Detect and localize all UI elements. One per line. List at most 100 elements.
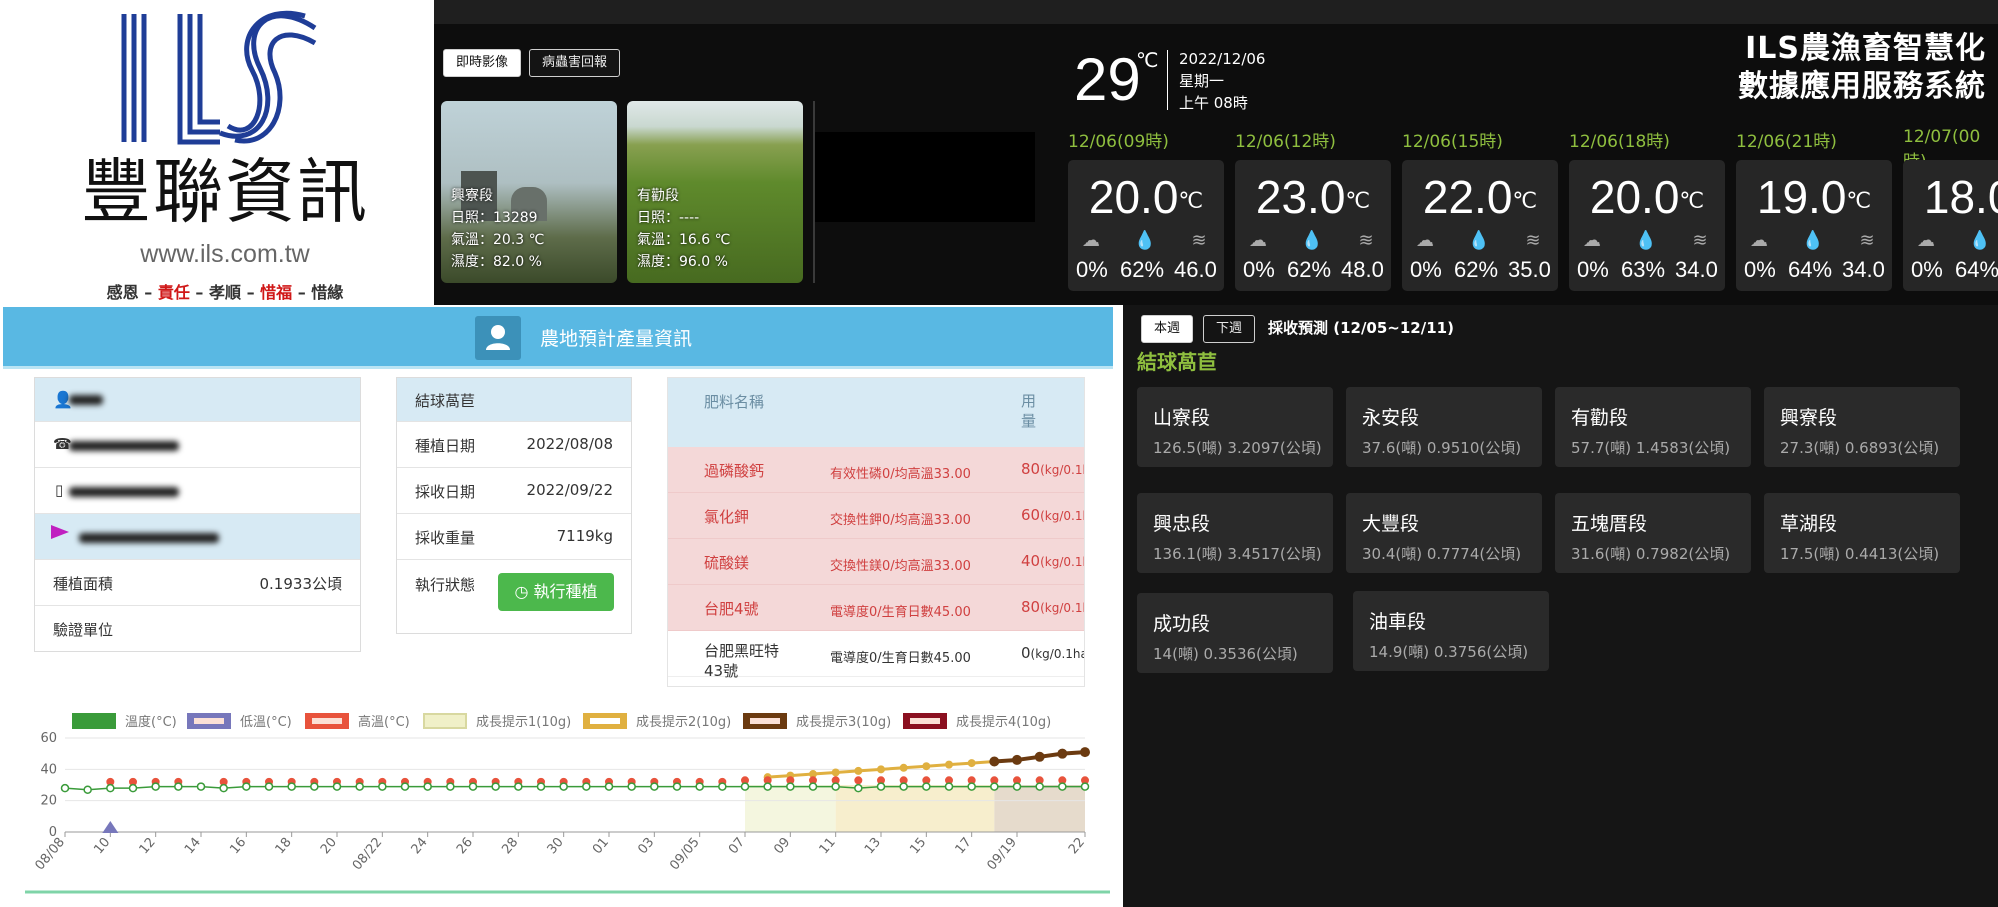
legend-item[interactable]: 高溫(°C) — [305, 713, 410, 730]
fertilizer-name: 硫酸鎂 — [704, 554, 750, 572]
harvest-values: 126.5(噸) 3.2097(公頃) — [1153, 439, 1322, 457]
growth-zone-3 — [994, 785, 1085, 832]
legend-swatch — [72, 713, 116, 729]
temperature-point — [695, 782, 704, 791]
temperature-point — [1080, 782, 1090, 791]
tab-next-week[interactable]: 下週 — [1203, 315, 1256, 343]
fertilizer-desc: 有效性磷0/均高溫33.00 — [830, 467, 971, 482]
wind-icon: ≋ — [1191, 230, 1207, 251]
x-tick-label: 10 — [91, 835, 113, 857]
x-tick-label: 17 — [953, 835, 975, 857]
fertilizer-desc: 交換性鎂0/均高溫33.00 — [830, 559, 971, 574]
forecast-card: 23.0℃ ☁ 💧 ≋ 0% 62% 48.0 — [1235, 160, 1391, 291]
harvest-card[interactable]: 油車段 14.9(噸) 0.3756(公頃) — [1353, 591, 1549, 671]
harvest-card[interactable]: 山寮段 126.5(噸) 3.2097(公頃) — [1137, 387, 1333, 467]
legend-item[interactable]: 成長提示4(10g) — [903, 713, 1051, 730]
x-tick-label: 11 — [817, 835, 839, 857]
harvest-card[interactable]: 五塊厝段 31.6(噸) 0.7982(公頃) — [1555, 493, 1751, 573]
x-tick-label: 03 — [635, 835, 657, 857]
x-tick-label: 13 — [862, 835, 884, 857]
harvest-values: 37.6(噸) 0.9510(公頃) — [1362, 439, 1522, 457]
growth-chart: 溫度(°C) 低溫(°C) 高溫(°C) 成長提示1(10g) 成長提示2(10g) 成長… — [25, 713, 1110, 894]
tab-this-week[interactable]: 本週 — [1141, 315, 1194, 343]
rain-prob: 0% — [1076, 257, 1108, 282]
temperature-point — [672, 782, 682, 791]
harvest-card[interactable]: 興寮段 27.3(噸) 0.6893(公頃) — [1764, 387, 1960, 467]
fertilizer-amount: 60(kg/0.1ha) — [1021, 506, 1084, 524]
harvest-section-name: 興寮段 — [1780, 407, 1838, 429]
legend-swatch-inner — [312, 718, 342, 724]
forecast-temp: 18.0℃ — [1923, 171, 1998, 223]
x-tick-label: 26 — [454, 835, 476, 857]
rain-prob: 0% — [1410, 257, 1442, 282]
temperature-point — [491, 782, 500, 791]
owner-phone-row: ☎ — [35, 422, 360, 468]
harvest-card[interactable]: 有勸段 57.7(噸) 1.4583(公頃) — [1555, 387, 1751, 467]
growth-point-3 — [989, 756, 1000, 767]
legend-item[interactable]: 低溫(°C) — [187, 713, 292, 730]
harvest-section-name: 油車段 — [1369, 611, 1427, 633]
wind-speed: 46.0 — [1174, 257, 1217, 282]
forecast-temp-unit: ℃ — [1345, 188, 1371, 213]
harvest-card[interactable]: 大豐段 30.4(噸) 0.7774(公頃) — [1346, 493, 1542, 573]
redacted-name — [69, 395, 103, 405]
execute-planting-button[interactable]: ◷ 執行種植 — [498, 573, 614, 611]
fertilizer-amount: 80(kg/0.1ha) — [1021, 460, 1084, 478]
temperature-point — [219, 783, 228, 793]
harvest-section-name: 大豐段 — [1362, 513, 1420, 535]
temperature-point — [718, 782, 727, 791]
humidity-drop-icon: 💧 — [1467, 230, 1491, 251]
harvest-section-name: 成功段 — [1153, 613, 1211, 635]
forecast-time: 12/06(21時) — [1736, 132, 1837, 152]
production-title: 農地預計產量資訊 — [540, 328, 693, 350]
harvest-section-name: 有勸段 — [1571, 407, 1629, 429]
wind-icon: ≋ — [1525, 230, 1541, 251]
forecast-temp: 19.0℃ — [1756, 171, 1872, 223]
production-panel: 農地預計產量資訊 👤 ☎ ▯ 種植面積 0.1933公頃 驗證單位 結球萵苣 種… — [0, 305, 1123, 907]
harvest-card[interactable]: 成功段 14(噸) 0.3536(公頃) — [1137, 593, 1333, 673]
legend-item[interactable]: 成長提示1(10g) — [423, 713, 571, 730]
rain-prob: 0% — [1744, 257, 1776, 282]
harvest-section-name: 五塊厝段 — [1571, 513, 1648, 535]
temperature-point — [446, 782, 455, 791]
y-tick-label: 60 — [40, 731, 57, 746]
fertilizer-unit: (kg/0.1ha) — [1040, 601, 1084, 615]
legend-item[interactable]: 溫度(°C) — [72, 713, 177, 730]
harvest-card[interactable]: 草湖段 17.5(噸) 0.4413(公頃) — [1764, 493, 1960, 573]
fertilizer-name: 台肥4號 — [704, 600, 759, 618]
fertilizer-row: 硫酸鎂 交換性鎂0/均高溫33.00 40(kg/0.1ha) — [668, 539, 1084, 585]
rain-cloud-icon: ☁ — [1583, 230, 1601, 251]
x-tick-label: 14 — [182, 835, 204, 857]
growth-point-2 — [899, 763, 908, 772]
rain-prob: 0% — [1243, 257, 1275, 282]
harvest-section-name: 永安段 — [1362, 407, 1420, 429]
harvest-values: 17.5(噸) 0.4413(公頃) — [1780, 545, 1940, 563]
temperature-point — [310, 782, 319, 791]
fertilizer-row: 氯化鉀 交換性鉀0/均高溫33.00 60(kg/0.1ha) — [668, 493, 1084, 539]
harvest-values: 14(噸) 0.3536(公頃) — [1153, 645, 1298, 663]
harvest-card[interactable]: 永安段 37.6(噸) 0.9510(公頃) — [1346, 387, 1542, 467]
fertilizer-row: 台肥4號 電導度0/生育日數45.00 80(kg/0.1ha) — [668, 585, 1084, 631]
x-tick-label: 08/08 — [32, 835, 68, 873]
temperature-point — [922, 782, 931, 791]
harvest-card[interactable]: 興忠段 136.1(噸) 3.4517(公頃) — [1137, 493, 1333, 573]
legend-item[interactable]: 成長提示3(10g) — [743, 713, 891, 730]
temperature-point — [128, 783, 138, 793]
temperature-point — [627, 782, 636, 791]
harvest-crop-title: 結球萵苣 — [1137, 350, 1217, 374]
harvest-range: 採收預測 (12/05~12/11) — [1268, 319, 1454, 337]
legend-item[interactable]: 成長提示2(10g) — [583, 713, 731, 730]
humidity: 63% — [1621, 257, 1666, 282]
fertilizer-table: 肥料名稱 用量 過磷酸鈣 有效性磷0/均高溫33.00 80(kg/0.1ha) 氯化… — [667, 377, 1085, 687]
temperature-point — [264, 782, 274, 791]
planting-area-row: 種植面積 0.1933公頃 — [35, 560, 360, 606]
x-tick-label: 28 — [499, 835, 521, 857]
rain-cloud-icon: ☁ — [1917, 230, 1935, 251]
forecast-card: 19.0℃ ☁ 💧 ≋ 0% 64% 34.0 — [1736, 160, 1892, 291]
fertilizer-unit: (kg/0.1ha) — [1040, 509, 1084, 523]
wind-icon: ≋ — [1692, 230, 1708, 251]
x-tick-label: 22 — [1066, 835, 1088, 857]
fertilizer-desc: 交換性鉀0/均高溫33.00 — [830, 513, 971, 528]
humidity-drop-icon: 💧 — [1300, 230, 1324, 251]
temperature-point — [514, 782, 523, 791]
